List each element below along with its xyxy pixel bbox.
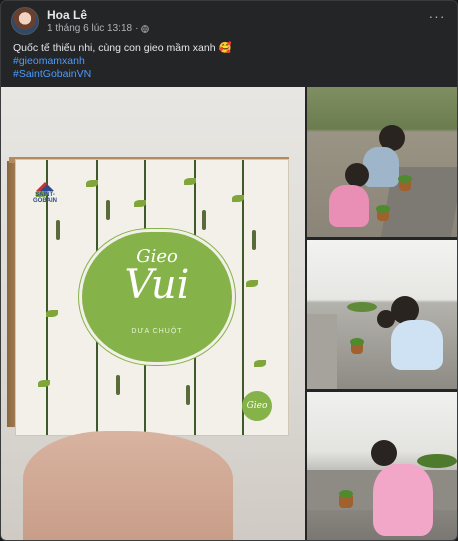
leaf-decoration <box>246 280 258 287</box>
leaf-decoration <box>184 178 196 185</box>
leaf-decoration <box>38 380 50 387</box>
post-meta: 1 tháng 6 lúc 13:18 · <box>47 23 150 34</box>
leaf-decoration <box>86 180 98 187</box>
pod-decoration <box>56 220 60 240</box>
side-photo-1[interactable] <box>307 87 457 237</box>
pod-decoration <box>252 230 256 250</box>
brand-text: SAINT-GOBAIN <box>33 192 57 204</box>
plant <box>339 490 353 498</box>
side-photo-3[interactable] <box>307 392 457 540</box>
vine-decoration <box>242 160 244 435</box>
leaf-decoration <box>46 310 58 317</box>
kid-shirt <box>329 185 369 227</box>
post-header: Hoa Lê 1 tháng 6 lúc 13:18 · ··· <box>11 7 447 37</box>
facebook-post: Hoa Lê 1 tháng 6 lúc 13:18 · ··· Quốc tế… <box>0 0 458 541</box>
plant <box>398 175 412 183</box>
pod-decoration <box>202 210 206 230</box>
seed-box: SAINT-GOBAIN Gieo Vui DƯA CHUỘT Gieo <box>15 159 289 436</box>
author-name[interactable]: Hoa Lê <box>47 8 87 22</box>
plant <box>417 454 457 468</box>
author-avatar[interactable] <box>11 7 39 35</box>
hand <box>23 431 233 540</box>
kid-head <box>345 163 369 187</box>
logo-big-text: Vui <box>124 262 190 308</box>
wall-ledge <box>307 314 337 389</box>
side-photo-2[interactable] <box>307 240 457 389</box>
meta-separator: · <box>135 23 139 34</box>
globe-icon[interactable] <box>141 24 150 33</box>
small-logo-badge: Gieo <box>242 391 272 421</box>
pod-decoration <box>116 375 120 395</box>
post-caption: Quốc tế thiếu nhi, cùng con gieo mầm xan… <box>13 42 447 81</box>
hashtag-link[interactable]: #gieomamxanh <box>13 55 447 68</box>
kid-head <box>377 310 395 328</box>
logo-subtitle: DƯA CHUỘT <box>131 328 183 335</box>
leaf-decoration <box>254 360 266 367</box>
kid-shirt <box>373 464 433 536</box>
pod-decoration <box>186 385 190 405</box>
kid-shirt <box>391 320 443 370</box>
plant <box>347 302 377 312</box>
hashtag-link[interactable]: #SaintGobainVN <box>13 68 447 81</box>
more-options-icon[interactable]: ··· <box>427 9 447 25</box>
caption-text: Quốc tế thiếu nhi, cùng con gieo mầm xan… <box>13 42 232 54</box>
leaf-decoration <box>232 195 244 202</box>
pod-decoration <box>106 200 110 220</box>
plant <box>350 338 364 346</box>
post-timestamp[interactable]: 1 tháng 6 lúc 13:18 <box>47 23 132 34</box>
leaf-decoration <box>134 200 146 207</box>
main-photo[interactable]: SAINT-GOBAIN Gieo Vui DƯA CHUỘT Gieo <box>1 87 305 540</box>
plant <box>376 205 390 213</box>
brand-mark-icon <box>36 182 54 191</box>
product-logo: Gieo Vui DƯA CHUỘT <box>82 232 232 362</box>
kid-shirt <box>363 147 399 187</box>
kid-head <box>371 440 397 466</box>
saint-gobain-logo: SAINT-GOBAIN <box>28 182 62 204</box>
